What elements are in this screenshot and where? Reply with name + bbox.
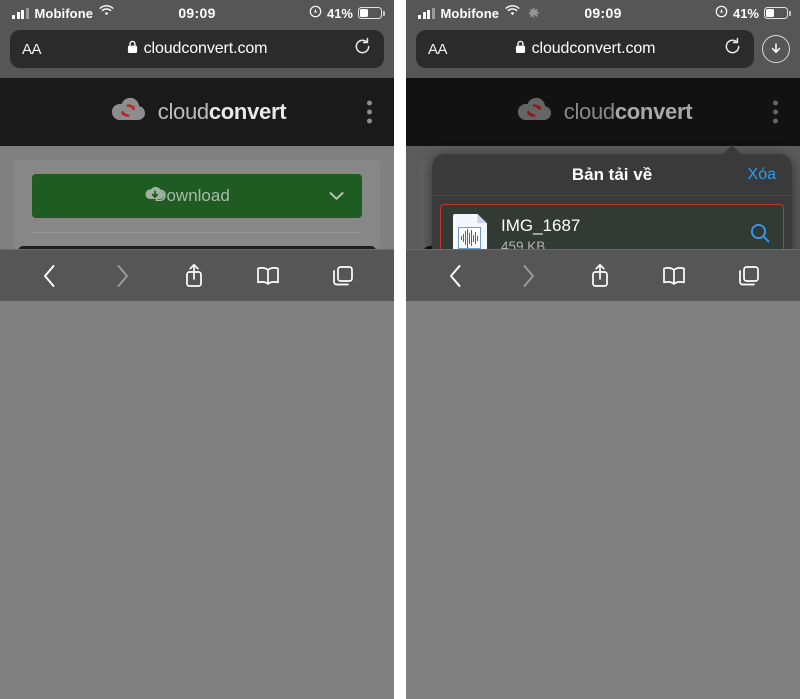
location-arrow-icon — [715, 5, 728, 21]
kebab-menu-icon[interactable] — [773, 100, 778, 124]
audio-file-icon — [453, 214, 487, 249]
download-panel: Download — [14, 160, 380, 249]
battery-icon — [358, 7, 385, 19]
browser-toolbar — [0, 249, 394, 301]
text-size-button[interactable]: AA — [428, 41, 448, 58]
brand-text: cloudconvert — [157, 99, 287, 124]
kebab-menu-icon[interactable] — [367, 100, 372, 124]
background-card — [18, 246, 376, 249]
chevron-left-icon[interactable] — [39, 263, 61, 289]
site-header: cloudconvert — [406, 78, 800, 146]
activity-spinner-icon — [526, 7, 539, 20]
page-body: Download — [0, 146, 394, 249]
downloads-list: IMG_1687 459 KB — [432, 196, 792, 249]
magnifier-icon[interactable] — [749, 222, 771, 249]
web-page-content: cloudconvert Download — [406, 78, 800, 249]
page-download-button[interactable]: Download — [32, 174, 362, 218]
status-bar: Mobifone 09:09 41% — [406, 0, 800, 26]
downloads-popup-header: Bản tải về Xóa — [432, 154, 792, 196]
location-arrow-icon — [309, 5, 322, 21]
url-text: cloudconvert.com — [531, 40, 656, 57]
chevron-right-icon[interactable] — [517, 263, 539, 289]
browser-address-bar: AA cloudconvert.com — [406, 26, 800, 78]
status-bar: Mobifone 09:09 41% — [0, 0, 394, 26]
carrier-label: Mobifone — [440, 5, 500, 21]
browser-toolbar — [406, 249, 800, 301]
share-icon[interactable] — [183, 262, 205, 289]
cloudconvert-logo-icon — [514, 96, 554, 129]
cellular-signal-icon — [418, 7, 435, 19]
carrier-label: Mobifone — [34, 5, 94, 21]
brand-text: cloudconvert — [563, 99, 693, 124]
brand: cloudconvert — [108, 96, 287, 129]
cloud-download-icon — [144, 185, 166, 207]
wifi-icon — [505, 4, 520, 22]
downloads-popup: Bản tải về Xóa IMG_1687 459 KB — [432, 145, 792, 249]
cloudconvert-logo-icon — [108, 96, 148, 129]
screenshot-pair: Mobifone 09:09 41% AA cloudconvert.com c… — [0, 0, 800, 699]
battery-percent-label: 41% — [326, 5, 353, 21]
battery-icon — [764, 7, 791, 19]
book-icon[interactable] — [255, 265, 281, 287]
downloads-popup-title: Bản tải về — [571, 164, 653, 184]
reload-icon[interactable] — [353, 37, 372, 61]
url-field[interactable]: AA cloudconvert.com — [416, 30, 754, 68]
browser-address-bar: AA cloudconvert.com — [0, 26, 394, 78]
tabs-icon[interactable] — [331, 264, 355, 288]
chevron-left-icon[interactable] — [445, 263, 467, 289]
chevron-right-icon[interactable] — [111, 263, 133, 289]
brand: cloudconvert — [514, 96, 693, 129]
text-size-button[interactable]: AA — [22, 41, 42, 58]
lock-icon — [127, 40, 138, 59]
url-field[interactable]: AA cloudconvert.com — [10, 30, 384, 68]
clear-downloads-button[interactable]: Xóa — [748, 166, 776, 184]
chevron-down-icon[interactable] — [329, 188, 344, 205]
tabs-icon[interactable] — [737, 264, 761, 288]
downloads-arrow-icon[interactable] — [762, 35, 790, 63]
divider — [32, 232, 362, 233]
cellular-signal-icon — [12, 7, 29, 19]
web-page-content: cloudconvert Download — [0, 78, 394, 249]
lock-icon — [515, 40, 526, 59]
battery-percent-label: 41% — [732, 5, 759, 21]
reload-icon[interactable] — [723, 37, 742, 61]
download-file-name: IMG_1687 — [501, 216, 581, 235]
book-icon[interactable] — [661, 265, 687, 287]
phone-screen-left: Mobifone 09:09 41% AA cloudconvert.com c… — [0, 0, 394, 699]
wifi-icon — [99, 4, 114, 22]
download-list-item[interactable]: IMG_1687 459 KB — [440, 204, 784, 249]
page-download-label: Download — [154, 186, 230, 205]
download-file-size: 459 KB — [501, 239, 546, 249]
phone-screen-right: Mobifone 09:09 41% AA cloudconvert.com c… — [406, 0, 800, 699]
url-text: cloudconvert.com — [143, 40, 268, 57]
share-icon[interactable] — [589, 262, 611, 289]
site-header: cloudconvert — [0, 78, 394, 146]
